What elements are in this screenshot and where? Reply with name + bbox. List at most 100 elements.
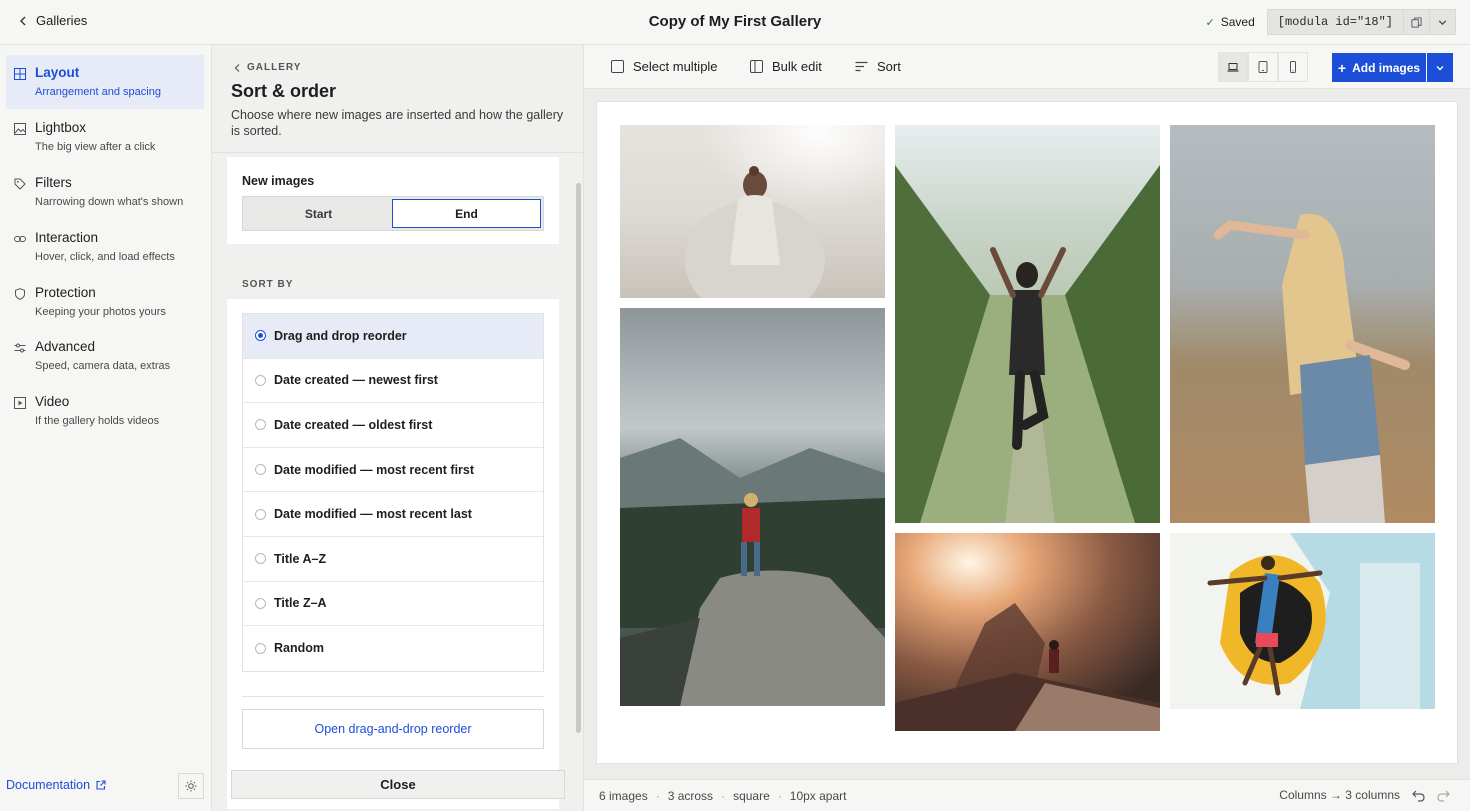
sort-option-label: Date created — oldest first	[274, 417, 433, 432]
close-button[interactable]: Close	[231, 770, 565, 799]
shortcode-options-button[interactable]	[1430, 9, 1456, 35]
sort-by-card: Drag and drop reorder Date created — new…	[227, 299, 559, 809]
radio-button[interactable]	[255, 330, 266, 342]
back-to-galleries-link[interactable]: Galleries	[18, 13, 87, 28]
sort-option-random[interactable]: Random	[243, 626, 543, 671]
sort-option-label: Date created — newest first	[274, 373, 438, 388]
gallery-toolbar: Select multiple Bulk edit Sort + Add ima…	[584, 45, 1470, 89]
radio-button[interactable]	[255, 508, 266, 520]
gallery-image-3[interactable]	[1170, 125, 1435, 523]
documentation-label: Documentation	[6, 778, 91, 792]
nav-label: Video	[35, 394, 70, 409]
sort-option-modified-recent-first[interactable]: Date modified — most recent first	[243, 448, 543, 493]
bulk-edit-button[interactable]: Bulk edit	[750, 59, 822, 74]
panel-description: Choose where new images are inserted and…	[231, 108, 564, 138]
nav-label: Protection	[35, 285, 96, 300]
radio-button[interactable]	[255, 374, 266, 386]
nav-label: Lightbox	[35, 120, 87, 135]
photo-graffiti-wall	[1170, 533, 1435, 709]
select-multiple-label: Select multiple	[633, 59, 718, 74]
nav-sub: The big view after a click	[35, 141, 156, 153]
add-images-dropdown-button[interactable]	[1427, 53, 1453, 82]
radio-button[interactable]	[255, 597, 266, 609]
theme-toggle-button[interactable]	[178, 773, 204, 799]
photo-mountain-cliff	[620, 308, 885, 706]
sort-option-title-za[interactable]: Title Z–A	[243, 582, 543, 627]
nav-label: Advanced	[35, 339, 96, 354]
grid-icon	[14, 68, 26, 80]
select-multiple-button[interactable]: Select multiple	[611, 59, 718, 74]
nav-label: Interaction	[35, 230, 99, 245]
link-icon	[14, 236, 26, 242]
chevron-down-icon	[1436, 65, 1444, 70]
nav-item-filters[interactable]: Filters Narrowing down what's shown	[6, 165, 204, 219]
nav-item-layout[interactable]: Layout Arrangement and spacing	[6, 55, 204, 109]
check-icon: ✓	[1205, 16, 1215, 29]
columns-count: 3 across	[667, 789, 714, 803]
new-images-start-option[interactable]: Start	[245, 199, 392, 228]
gallery-image-2[interactable]	[895, 125, 1160, 523]
gallery-breadcrumb[interactable]: GALLERY	[234, 62, 301, 73]
separator-dot: ·	[721, 789, 726, 803]
sort-option-modified-recent-last[interactable]: Date modified — most recent last	[243, 492, 543, 537]
gallery-image-6[interactable]	[1170, 533, 1435, 709]
photo-sunset-overlook	[895, 533, 1160, 731]
panel-title: Sort & order	[231, 81, 337, 101]
chevron-down-icon	[1438, 19, 1447, 25]
gallery-image-1[interactable]	[620, 125, 885, 298]
nav-sub: Keeping your photos yours	[35, 306, 166, 318]
photo-blonde-woman	[1170, 125, 1435, 523]
gutter-size: 10px apart	[789, 789, 847, 803]
checkbox-icon	[611, 60, 624, 73]
open-reorder-button[interactable]: Open drag-and-drop reorder	[242, 709, 544, 749]
nav-item-advanced[interactable]: Advanced Speed, camera data, extras	[6, 329, 204, 383]
nav-item-video[interactable]: Video If the gallery holds videos	[6, 384, 204, 438]
phone-icon	[1290, 61, 1296, 73]
panel-scrollbar[interactable]	[576, 183, 581, 733]
undo-icon[interactable]	[1412, 789, 1425, 802]
chevron-left-icon	[234, 63, 240, 72]
copy-shortcode-button[interactable]	[1404, 9, 1430, 35]
sort-option-label: Random	[274, 641, 324, 656]
add-images-button[interactable]: + Add images	[1332, 53, 1426, 82]
radio-button[interactable]	[255, 419, 266, 431]
redo-icon[interactable]	[1437, 789, 1450, 802]
sort-label: Sort	[877, 59, 901, 74]
settings-nav: Layout Arrangement and spacing Lightbox …	[0, 45, 212, 811]
sort-by-heading: SORT BY	[242, 279, 294, 290]
sort-option-created-newest[interactable]: Date created — newest first	[243, 359, 543, 404]
gallery-image-5[interactable]	[895, 533, 1160, 731]
tablet-preview-button[interactable]	[1248, 52, 1278, 82]
sort-button[interactable]: Sort	[855, 59, 901, 74]
add-images-label: Add images	[1352, 60, 1421, 75]
bulk-edit-label: Bulk edit	[772, 59, 822, 74]
documentation-link[interactable]: Documentation	[6, 778, 106, 792]
status-footer: 6 images · 3 across · square · 10px apart C…	[584, 779, 1470, 811]
sort-option-created-oldest[interactable]: Date created — oldest first	[243, 403, 543, 448]
sort-lines-icon	[855, 61, 868, 72]
nav-item-protection[interactable]: Protection Keeping your photos yours	[6, 275, 204, 329]
new-images-end-option[interactable]: End	[392, 199, 541, 228]
sort-order-panel: GALLERY Sort & order Choose where new im…	[212, 45, 584, 811]
separator-dot: ·	[777, 789, 782, 803]
nav-sub: If the gallery holds videos	[35, 415, 160, 427]
radio-button[interactable]	[255, 642, 266, 654]
gallery-image-4[interactable]	[620, 308, 885, 706]
sort-option-title-az[interactable]: Title A–Z	[243, 537, 543, 582]
radio-button[interactable]	[255, 553, 266, 565]
shortcode-field[interactable]: [modula id="18"]	[1266, 9, 1404, 35]
new-images-segmented-control: Start End	[242, 196, 544, 231]
mobile-preview-button[interactable]	[1278, 52, 1308, 82]
tag-icon	[14, 178, 26, 190]
sort-option-drag-drop[interactable]: Drag and drop reorder	[243, 314, 543, 359]
desktop-preview-button[interactable]	[1218, 52, 1248, 82]
nav-item-lightbox[interactable]: Lightbox The big view after a click	[6, 110, 204, 164]
sort-options-list: Drag and drop reorder Date created — new…	[242, 313, 544, 672]
nav-sub: Narrowing down what's shown	[35, 196, 184, 208]
nav-sub: Hover, click, and load effects	[35, 251, 175, 263]
nav-item-interaction[interactable]: Interaction Hover, click, and load effec…	[6, 220, 204, 274]
copy-icon	[1411, 16, 1422, 28]
image-count: 6 images	[599, 789, 648, 803]
sun-icon	[185, 780, 197, 792]
radio-button[interactable]	[255, 464, 266, 476]
